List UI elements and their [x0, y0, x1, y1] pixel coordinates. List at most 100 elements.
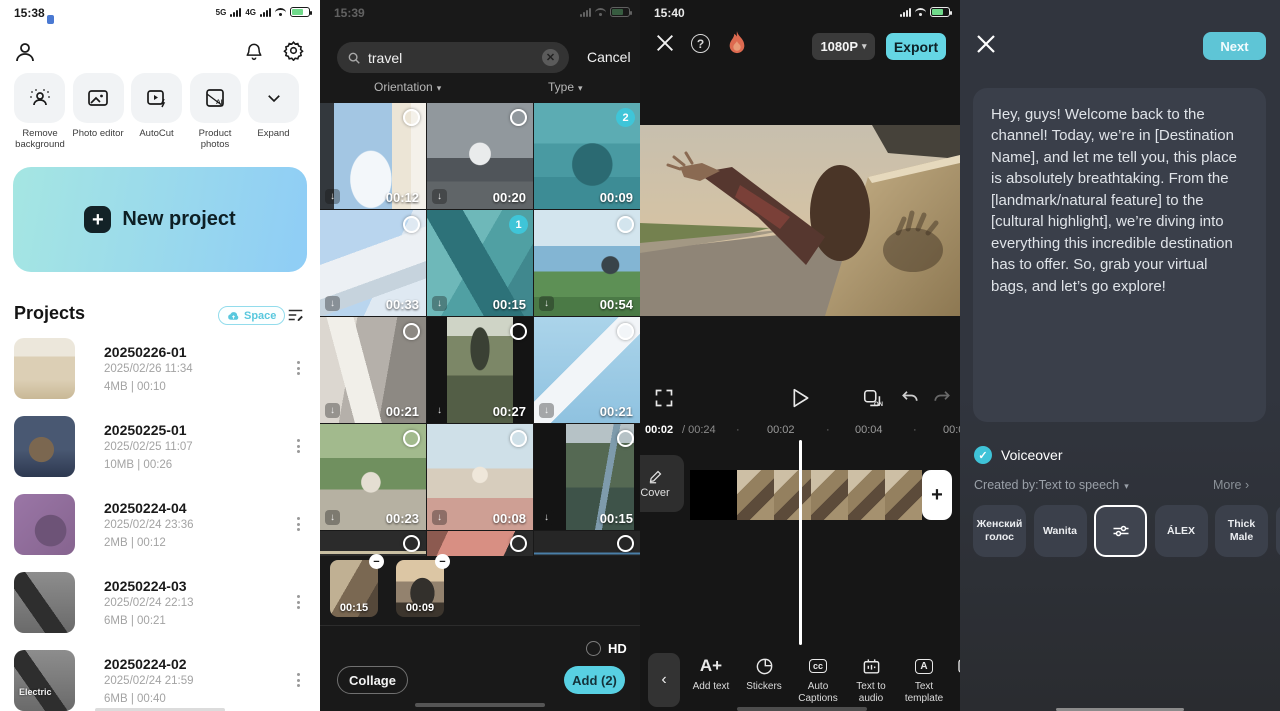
remove-background-button[interactable]: [14, 73, 65, 123]
voice-option-selected[interactable]: [1094, 505, 1147, 557]
script-text-area[interactable]: Hey, guys! Welcome back to the channel! …: [973, 88, 1266, 422]
project-row[interactable]: 20250225-01 2025/02/25 11:07 10MB | 00:2…: [0, 416, 320, 494]
close-sheet-icon[interactable]: [974, 32, 998, 56]
media-thumbnail[interactable]: ↓ 00:27: [427, 317, 533, 423]
project-row[interactable]: 20250224-04 2025/02/24 23:36 2MB | 00:12: [0, 494, 320, 572]
project-menu-kebab-icon[interactable]: [291, 668, 305, 692]
select-circle[interactable]: [510, 323, 527, 340]
new-project-button[interactable]: + New project: [13, 167, 307, 272]
collage-button[interactable]: Collage: [337, 666, 408, 694]
search-bar[interactable]: ✕: [337, 42, 569, 73]
media-thumbnail[interactable]: ↓ 00:33: [320, 210, 426, 316]
stickers-tool[interactable]: Stickers: [737, 655, 791, 693]
hd-toggle[interactable]: [586, 641, 601, 656]
close-editor-icon[interactable]: [654, 32, 676, 54]
settings-gear-icon[interactable]: [283, 40, 304, 61]
select-circle[interactable]: [617, 216, 634, 233]
add-button[interactable]: Add (2): [564, 666, 625, 694]
toolbar-back-button[interactable]: ‹: [648, 653, 680, 707]
selection-order-badge[interactable]: 2: [616, 108, 635, 127]
clip-frame: [737, 470, 774, 520]
project-row[interactable]: 20250224-03 2025/02/24 22:13 6MB | 00:21: [0, 572, 320, 650]
clear-search-icon[interactable]: ✕: [542, 49, 559, 66]
selected-clip[interactable]: − 00:09: [396, 554, 450, 617]
layer-toggle-icon[interactable]: ON: [862, 388, 886, 414]
media-thumbnail[interactable]: ↓ 00:21: [320, 317, 426, 423]
media-thumbnail[interactable]: ↓ 00:12: [320, 103, 426, 209]
select-circle[interactable]: [617, 535, 634, 552]
selection-order-badge[interactable]: 1: [509, 215, 528, 234]
select-circle[interactable]: [403, 109, 420, 126]
add-clip-button[interactable]: +: [922, 470, 952, 520]
project-menu-kebab-icon[interactable]: [291, 356, 305, 380]
flame-icon[interactable]: [726, 30, 748, 56]
play-icon[interactable]: [792, 388, 810, 408]
media-thumbnail-selected[interactable]: 2 00:09: [534, 103, 640, 209]
remove-clip-icon[interactable]: −: [369, 554, 384, 569]
profile-icon[interactable]: [13, 40, 37, 64]
voice-option[interactable]: ÁLEX: [1154, 505, 1208, 557]
expand-shortcuts-button[interactable]: [248, 73, 299, 123]
resolution-dropdown[interactable]: 1080P: [812, 33, 875, 60]
playhead[interactable]: [799, 440, 802, 645]
select-circle[interactable]: [403, 535, 420, 552]
cancel-button[interactable]: Cancel: [587, 49, 631, 65]
export-button[interactable]: Export: [886, 33, 946, 60]
photo-editor-button[interactable]: [72, 73, 124, 123]
add-text-tool[interactable]: A+ Add text: [684, 655, 738, 693]
notifications-bell-icon[interactable]: [244, 40, 264, 62]
voice-option[interactable]: Wanita: [1033, 505, 1087, 557]
select-circle[interactable]: [403, 216, 420, 233]
redo-icon[interactable]: [933, 388, 951, 406]
project-row[interactable]: 20250226-01 2025/02/26 11:34 4MB | 00:10: [0, 338, 320, 416]
select-circle[interactable]: [510, 535, 527, 552]
media-thumbnail[interactable]: ↓ 00:08: [427, 424, 533, 530]
media-thumbnail[interactable]: ↓ 00:20: [427, 103, 533, 209]
media-thumbnail-selected[interactable]: 1 ↓ 00:15: [427, 210, 533, 316]
auto-captions-tool[interactable]: cc Auto Captions: [791, 655, 845, 704]
remove-clip-icon[interactable]: −: [435, 554, 450, 569]
fullscreen-icon[interactable]: [654, 388, 674, 408]
auto-captions-icon: cc: [808, 655, 827, 677]
undo-icon[interactable]: [901, 388, 919, 406]
project-menu-kebab-icon[interactable]: [291, 590, 305, 614]
edit-cover-button[interactable]: Cover: [640, 455, 684, 512]
media-thumbnail[interactable]: [534, 531, 640, 556]
select-circle[interactable]: [617, 323, 634, 340]
voiceover-checkbox[interactable]: ✓: [974, 446, 992, 464]
space-badge[interactable]: Space: [218, 306, 286, 325]
select-circle[interactable]: [403, 430, 420, 447]
clipped-tool[interactable]: A: [945, 655, 960, 693]
media-thumbnail[interactable]: [427, 531, 533, 556]
type-filter[interactable]: Type: [548, 80, 583, 94]
help-icon[interactable]: ?: [691, 34, 710, 53]
select-circle[interactable]: [617, 430, 634, 447]
media-thumbnail[interactable]: ↓ 00:23: [320, 424, 426, 530]
media-thumbnail[interactable]: ↓ 00:54: [534, 210, 640, 316]
voice-option[interactable]: [1275, 505, 1280, 557]
created-by-dropdown[interactable]: Created by:Text to speech: [974, 478, 1129, 492]
project-menu-kebab-icon[interactable]: [291, 434, 305, 458]
text-to-audio-tool[interactable]: Text to audio: [844, 655, 898, 704]
manage-projects-icon[interactable]: [286, 306, 305, 324]
selected-clip[interactable]: − 00:15: [330, 554, 384, 617]
orientation-filter[interactable]: Orientation: [374, 80, 441, 94]
video-preview[interactable]: [640, 125, 960, 316]
media-thumbnail[interactable]: ↓ 00:21: [534, 317, 640, 423]
select-circle[interactable]: [510, 109, 527, 126]
select-circle[interactable]: [403, 323, 420, 340]
more-link[interactable]: More ›: [1213, 478, 1249, 492]
voice-option[interactable]: Женский голос: [973, 505, 1026, 557]
autocut-button[interactable]: [131, 73, 182, 123]
video-track[interactable]: [690, 470, 922, 520]
project-row[interactable]: Electric 20250224-02 2025/02/24 21:59 6M…: [0, 650, 320, 711]
next-button[interactable]: Next: [1203, 32, 1266, 60]
voice-option[interactable]: Thick Male: [1215, 505, 1268, 557]
project-menu-kebab-icon[interactable]: [291, 512, 305, 536]
search-input[interactable]: [368, 49, 535, 66]
select-circle[interactable]: [510, 430, 527, 447]
media-thumbnail[interactable]: ↓ 00:15: [534, 424, 640, 530]
product-photos-button[interactable]: AI: [189, 73, 241, 123]
text-template-tool[interactable]: A Text template: [897, 655, 951, 704]
media-thumbnail[interactable]: [320, 531, 426, 556]
